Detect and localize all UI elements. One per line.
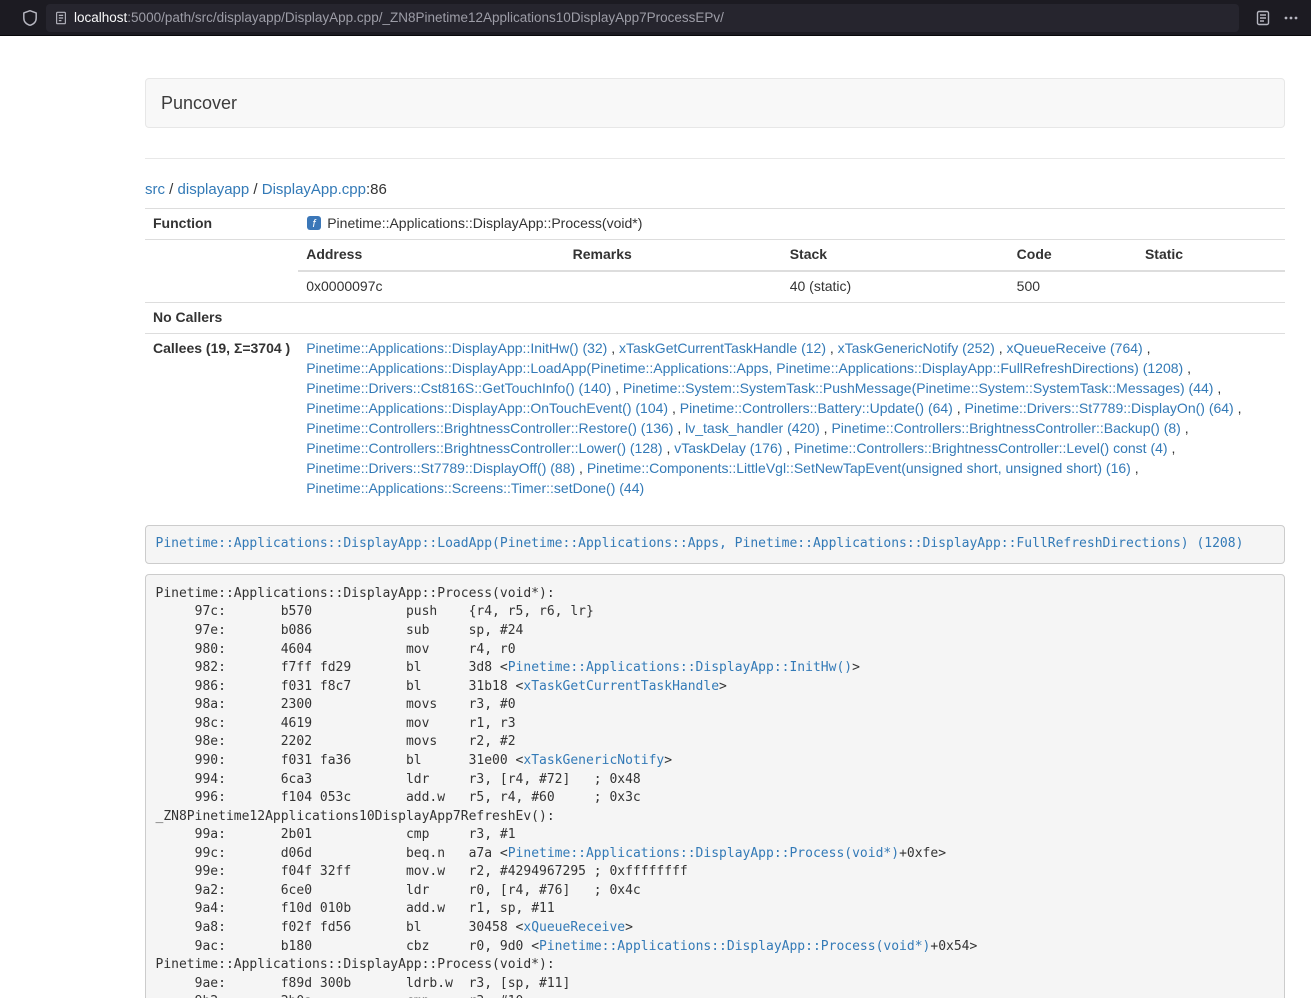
app-title[interactable]: Puncover [146,79,252,127]
stats-cell: AddressRemarksStackCodeStatic 0x0000097c… [298,239,1285,302]
divider [145,158,1285,159]
callee-link[interactable]: Pinetime::Applications::DisplayApp::Load… [306,360,1183,376]
callees-list: Pinetime::Applications::DisplayApp::Init… [298,333,1285,503]
function-cell: f Pinetime::Applications::DisplayApp::Pr… [298,209,1285,240]
url-bar[interactable]: localhost:5000/path/src/displayapp/Displ… [46,4,1239,32]
empty-row-label [145,239,298,302]
callees-label: Callees (19, Σ=3704 ) [145,333,298,503]
page-icon[interactable] [54,11,68,25]
breadcrumb: src / displayapp / DisplayApp.cpp:86 [145,180,1285,200]
callee-link[interactable]: Pinetime::Applications::DisplayApp::OnTo… [306,400,668,416]
asm-symbol-link[interactable]: Pinetime::Applications::DisplayApp::Init… [508,660,852,675]
url-text: localhost:5000/path/src/displayapp/Displ… [74,10,724,25]
callee-link[interactable]: Pinetime::Applications::Screens::Timer::… [306,480,644,496]
stats-value [565,271,782,302]
symbol-box: Pinetime::Applications::DisplayApp::Load… [145,525,1285,565]
asm-symbol-link[interactable]: xTaskGenericNotify [523,753,664,768]
loadapp-symbol-link[interactable]: Pinetime::Applications::DisplayApp::Load… [156,536,1244,551]
breadcrumb-link[interactable]: displayapp [178,181,250,198]
callees-row: Callees (19, Σ=3704 ) Pinetime::Applicat… [145,333,1285,503]
callee-link[interactable]: xQueueReceive (764) [1007,340,1143,356]
stats-row: AddressRemarksStackCodeStatic 0x0000097c… [145,239,1285,302]
callee-link[interactable]: xTaskGenericNotify (252) [838,340,995,356]
breadcrumb-line-number: :86 [366,181,387,198]
function-table: Function f Pinetime::Applications::Displ… [145,208,1285,504]
stats-header: Address [298,240,564,271]
page-container: Puncover src / displayapp / DisplayApp.c… [145,78,1285,998]
stats-value: 500 [1009,271,1137,302]
callee-link[interactable]: Pinetime::Drivers::St7789::DisplayOff() … [306,460,575,476]
callee-link[interactable]: lv_task_handler (420) [685,420,820,436]
browser-toolbar: localhost:5000/path/src/displayapp/Displ… [0,0,1311,36]
function-icon: f [306,215,322,231]
callee-link[interactable]: Pinetime::Drivers::Cst816S::GetTouchInfo… [306,380,611,396]
stats-header: Stack [782,240,1009,271]
callee-link[interactable]: Pinetime::Controllers::BrightnessControl… [306,420,673,436]
stats-table: AddressRemarksStackCodeStatic 0x0000097c… [298,240,1285,302]
callee-link[interactable]: Pinetime::Drivers::St7789::DisplayOn() (… [965,400,1234,416]
asm-symbol-link[interactable]: xQueueReceive [523,920,625,935]
shield-icon[interactable] [16,4,44,32]
no-callers-cell [298,302,1285,333]
stats-value [1137,271,1285,302]
breadcrumb-link[interactable]: DisplayApp.cpp [262,181,366,198]
stats-header: Static [1137,240,1285,271]
stats-header: Remarks [565,240,782,271]
callee-link[interactable]: Pinetime::Controllers::BrightnessControl… [306,440,662,456]
asm-symbol-link[interactable]: Pinetime::Applications::DisplayApp::Proc… [539,939,930,954]
breadcrumb-link[interactable]: src [145,181,165,198]
callee-link[interactable]: Pinetime::Applications::DisplayApp::Init… [306,340,607,356]
overflow-menu-icon[interactable] [1277,4,1305,32]
url-host: localhost [74,10,127,25]
function-row: Function f Pinetime::Applications::Displ… [145,209,1285,240]
callee-link[interactable]: Pinetime::System::SystemTask::PushMessag… [623,380,1214,396]
app-header: Puncover [145,78,1285,128]
callee-link[interactable]: Pinetime::Components::LittleVgl::SetNewT… [587,460,1131,476]
asm-symbol-link[interactable]: Pinetime::Applications::DisplayApp::Proc… [508,846,899,861]
assembly-code: Pinetime::Applications::DisplayApp::Proc… [145,574,1285,998]
function-name: Pinetime::Applications::DisplayApp::Proc… [327,215,642,231]
callee-link[interactable]: Pinetime::Controllers::BrightnessControl… [794,440,1167,456]
callee-link[interactable]: Pinetime::Controllers::BrightnessControl… [831,420,1180,436]
function-row-label: Function [145,209,298,240]
reader-mode-icon[interactable] [1249,4,1277,32]
no-callers-label: No Callers [145,302,298,333]
asm-symbol-link[interactable]: xTaskGetCurrentTaskHandle [523,679,719,694]
stats-value: 40 (static) [782,271,1009,302]
no-callers-row: No Callers [145,302,1285,333]
stats-header: Code [1009,240,1137,271]
url-path: :5000/path/src/displayapp/DisplayApp.cpp… [127,10,724,25]
stats-value: 0x0000097c [298,271,564,302]
callee-link[interactable]: vTaskDelay (176) [674,440,782,456]
stats-header-row: AddressRemarksStackCodeStatic [298,240,1285,271]
callee-link[interactable]: xTaskGetCurrentTaskHandle (12) [619,340,826,356]
stats-value-row: 0x0000097c 40 (static)500 [298,271,1285,302]
callee-link[interactable]: Pinetime::Controllers::Battery::Update()… [680,400,953,416]
